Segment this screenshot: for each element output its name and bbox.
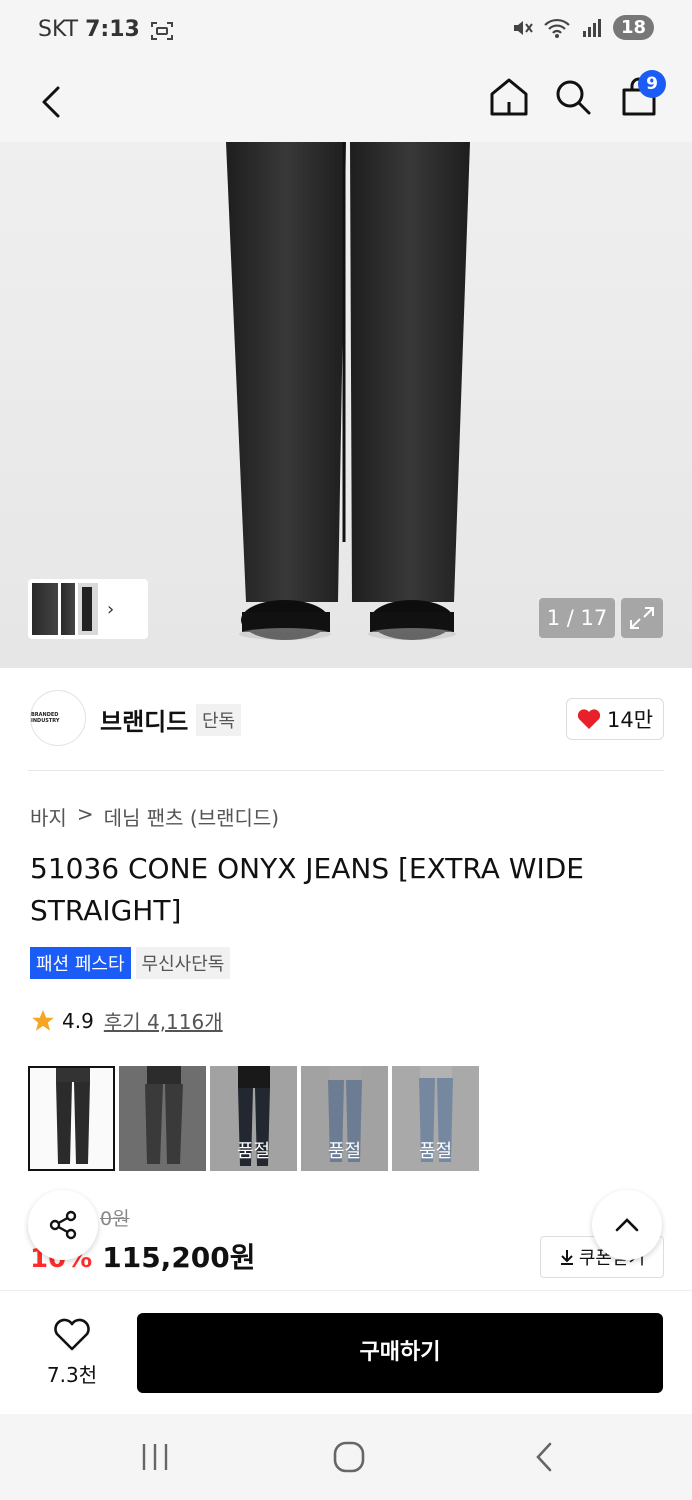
breadcrumb-subcategory[interactable]: 데님 팬츠 (브랜디드) <box>104 802 280 831</box>
color-variant-list: 품절 품절 품절 <box>28 1066 479 1171</box>
recent-apps-icon[interactable] <box>140 1440 170 1474</box>
divider <box>28 770 664 771</box>
color-variant-thumbnail[interactable]: 품절 <box>301 1066 388 1171</box>
gallery-thumbnail-strip[interactable]: › <box>28 579 148 639</box>
cart-button[interactable]: 9 <box>614 70 666 122</box>
review-count-link[interactable]: 후기 4,116개 <box>104 1006 223 1035</box>
rating-row: 4.9 후기 4,116개 <box>30 1006 223 1035</box>
product-title: 51036 CONE ONYX JEANS [EXTRA WIDE STRAIG… <box>30 852 584 927</box>
image-counter: 1 / 17 <box>539 598 615 638</box>
variant-image <box>145 1066 183 1164</box>
gallery-thumbnail <box>32 583 58 635</box>
gallery-thumbnail <box>78 583 98 635</box>
heart-filled-icon <box>577 709 601 729</box>
color-variant-thumbnail[interactable] <box>28 1066 115 1171</box>
top-app-bar: 9 <box>0 62 692 208</box>
screen-capture-icon <box>151 22 173 40</box>
expand-button[interactable] <box>621 598 663 638</box>
wishlist-count: 7.3천 <box>46 1363 98 1387</box>
breadcrumb: 바지 > 데님 팬츠 (브랜디드) <box>30 802 279 831</box>
color-variant-thumbnail[interactable]: 품절 <box>210 1066 297 1171</box>
heart-outline-icon <box>54 1318 90 1351</box>
sale-price: 115,200원 <box>102 1241 256 1274</box>
sold-out-label: 품절 <box>418 1141 453 1162</box>
exclusive-badge: 무신사단독 <box>135 947 231 979</box>
star-icon <box>32 1009 54 1031</box>
signal-icon <box>582 18 601 37</box>
chevron-right-icon: › <box>107 598 115 620</box>
home-icon[interactable] <box>484 72 534 122</box>
brand-row: BRANDED INDUSTRY 브랜디드 단독 14만 <box>28 690 664 750</box>
brand-name[interactable]: 브랜디드 <box>100 702 188 737</box>
share-button[interactable] <box>28 1190 98 1260</box>
exclusive-tag: 단독 <box>196 704 242 736</box>
wifi-icon <box>544 18 570 38</box>
original-price: 0원 <box>100 1208 130 1230</box>
download-icon <box>560 1250 573 1265</box>
share-icon <box>49 1210 77 1240</box>
chevron-up-icon <box>615 1218 639 1232</box>
brand-like-button[interactable]: 14만 <box>566 698 664 740</box>
wishlist-button[interactable]: 7.3천 <box>36 1317 108 1388</box>
battery-indicator: 18 <box>612 15 654 40</box>
breadcrumb-separator: > <box>76 802 94 826</box>
bottom-action-bar: 7.3천 구매하기 <box>0 1290 692 1414</box>
expand-icon <box>630 607 654 629</box>
color-variant-thumbnail[interactable] <box>119 1066 206 1171</box>
sold-out-label: 품절 <box>236 1141 271 1162</box>
brand-like-count: 14만 <box>606 708 654 732</box>
system-navigation-bar <box>0 1414 692 1500</box>
buy-button[interactable]: 구매하기 <box>137 1313 663 1393</box>
search-icon[interactable] <box>548 72 598 122</box>
fashion-festa-badge: 패션 페스타 <box>30 947 131 979</box>
variant-image <box>56 1068 90 1164</box>
back-nav-icon[interactable] <box>530 1440 560 1474</box>
mute-icon <box>513 20 533 35</box>
gallery-thumbnail <box>61 583 75 635</box>
back-arrow-icon[interactable] <box>32 76 72 126</box>
breadcrumb-category[interactable]: 바지 <box>30 802 67 831</box>
color-variant-thumbnail[interactable]: 품절 <box>392 1066 479 1171</box>
cart-count-badge: 9 <box>638 70 666 98</box>
product-image-gallery[interactable]: › 1 / 17 <box>0 142 692 668</box>
product-badges: 패션 페스타 무신사단독 <box>30 947 231 979</box>
status-time: SKT 7:13 <box>38 17 140 42</box>
brand-logo[interactable]: BRANDED INDUSTRY <box>30 690 86 746</box>
home-nav-icon[interactable] <box>332 1440 366 1474</box>
sold-out-label: 품절 <box>327 1141 362 1162</box>
status-bar: SKT 7:13 18 <box>0 0 692 62</box>
scroll-to-top-button[interactable] <box>592 1190 662 1260</box>
rating-value: 4.9 <box>62 1008 94 1033</box>
